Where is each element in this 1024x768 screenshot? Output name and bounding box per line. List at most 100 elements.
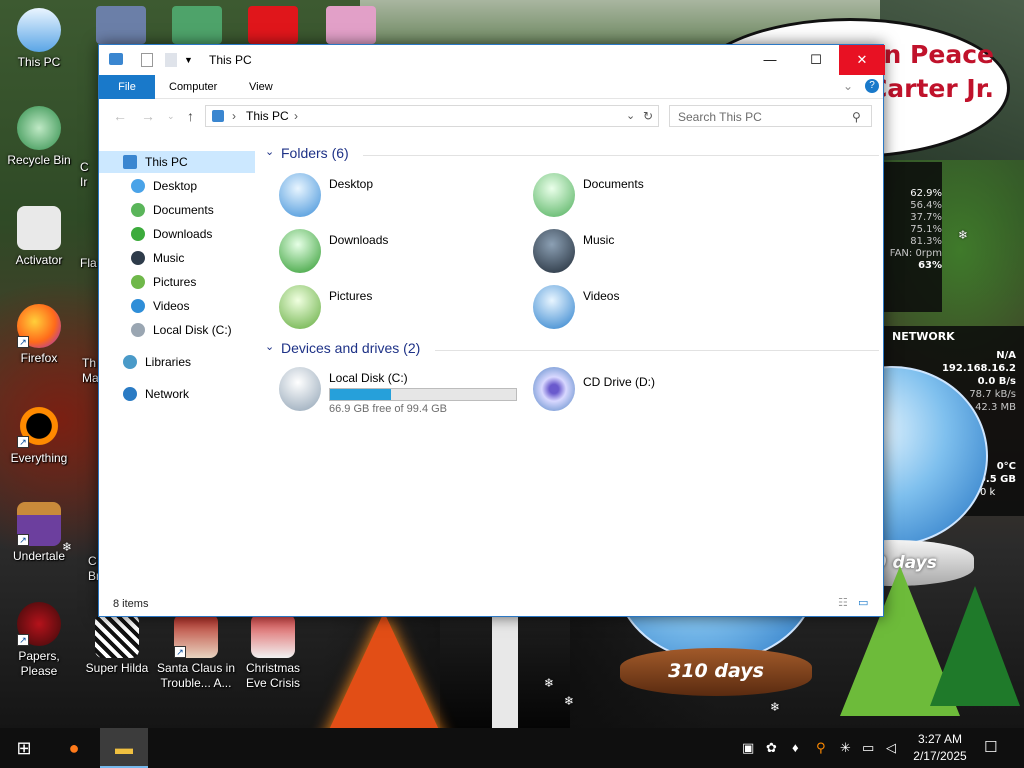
recent-locations-icon[interactable]: ⌄ (167, 111, 175, 122)
folder-tile-documents[interactable]: Documents (533, 173, 773, 221)
cd-drive-icon (533, 367, 575, 411)
nav-item-desktop[interactable]: Desktop (99, 175, 255, 197)
desktop-icon-undertale[interactable]: ↗ Undertale (0, 502, 78, 564)
santa-claus-icon: ↗ (174, 614, 218, 658)
drive-tile-local-disk[interactable]: Local Disk (C:) 66.9 GB free of 99.4 GB (279, 367, 519, 419)
downloads-folder-icon (279, 229, 321, 273)
gadget-value: 37.7% (910, 212, 942, 223)
desktop-icon-everything[interactable]: ↗ Everything (0, 404, 78, 466)
wallpaper-figure (440, 615, 570, 728)
address-bar[interactable]: › This PC › ⌄ ↻ (205, 105, 659, 127)
desktop-icon-recycle-bin[interactable]: Recycle Bin (0, 106, 78, 168)
search-input[interactable]: Search This PC (678, 110, 762, 124)
nav-item-music[interactable]: Music (99, 247, 255, 269)
close-button[interactable]: ✕ (839, 45, 885, 75)
address-dropdown-icon[interactable]: ⌄ (626, 109, 635, 122)
folder-tile-downloads[interactable]: Downloads (279, 229, 519, 277)
network-icon (123, 387, 137, 401)
everything-search-icon[interactable]: ⚲ (816, 740, 826, 756)
back-arrow-icon[interactable]: ← (113, 108, 127, 124)
nav-item-downloads[interactable]: Downloads (99, 223, 255, 245)
top-game-icon-1[interactable] (96, 6, 146, 44)
window-title: This PC (209, 53, 252, 67)
droplet-icon[interactable]: ♦ (792, 740, 799, 755)
windows-start-icon[interactable]: ⊞ (0, 728, 48, 768)
refresh-icon[interactable]: ↻ (643, 109, 653, 123)
expand-ribbon-icon[interactable]: ⌄ (843, 79, 853, 93)
desktop-icon-santa-claus[interactable]: ↗ Santa Claus in Trouble... A... (156, 614, 236, 691)
breadcrumb-separator-icon[interactable]: › (294, 109, 298, 123)
group-collapse-icon[interactable]: ⌄ (265, 340, 274, 353)
activator-icon (17, 206, 61, 250)
snowflake-decoration: ❄ (958, 228, 969, 242)
properties-icon[interactable] (141, 53, 153, 67)
firefox-icon[interactable]: ● (50, 728, 98, 768)
tab-file[interactable]: File (99, 75, 155, 99)
nav-item-network[interactable]: Network (99, 383, 255, 405)
up-arrow-icon[interactable]: ↑ (187, 108, 194, 124)
search-icon[interactable]: ⚲ (852, 110, 861, 124)
nav-item-pictures[interactable]: Pictures (99, 271, 255, 293)
nav-item-label: Network (145, 387, 190, 401)
forward-arrow-icon[interactable]: → (141, 108, 155, 124)
top-game-icon-3[interactable] (248, 6, 298, 44)
nav-item-local-disk[interactable]: Local Disk (C:) (99, 319, 255, 341)
breadcrumb-this-pc[interactable]: This PC (246, 109, 289, 123)
folder-tile-desktop[interactable]: Desktop (279, 173, 519, 221)
details-view-icon[interactable]: ☷ (838, 596, 848, 609)
new-folder-icon[interactable] (165, 53, 177, 67)
maximize-button[interactable]: ☐ (793, 45, 839, 75)
file-explorer-icon[interactable]: ▬ (100, 728, 148, 768)
top-game-icon-4[interactable] (326, 6, 376, 44)
desktop-icon-label: Recycle Bin (7, 153, 71, 167)
help-icon[interactable]: ? (865, 79, 879, 93)
this-pc-icon (17, 8, 61, 52)
notifications-icon[interactable]: ☐ (984, 738, 997, 756)
folder-tile-pictures[interactable]: Pictures (279, 285, 519, 333)
desktop-icon-papers-please[interactable]: ↗ Papers, Please (0, 602, 78, 679)
system-clock[interactable]: 3:27 AM 2/17/2025 (906, 731, 974, 765)
tab-computer[interactable]: Computer (157, 75, 229, 99)
folder-label: Documents (583, 177, 644, 191)
desktop-icon-activator[interactable]: Activator (0, 206, 78, 268)
breadcrumb-separator-icon[interactable]: › (232, 109, 236, 123)
search-box[interactable]: Search This PC ⚲ (669, 105, 872, 127)
large-icons-view-icon[interactable]: ▭ (858, 596, 868, 609)
papers-please-icon: ↗ (17, 602, 61, 646)
this-pc-icon (123, 155, 137, 169)
desktop-icon-firefox[interactable]: ↗ Firefox (0, 304, 78, 366)
desktop-icon-label: Super Hilda (85, 661, 149, 675)
gadget-value: N/A (996, 350, 1016, 361)
folder-label: Downloads (329, 233, 389, 247)
desktop-icon-label: Christmas Eve Crisis (245, 661, 300, 690)
group-collapse-icon[interactable]: ⌄ (265, 145, 274, 158)
local-disk-icon (131, 323, 145, 337)
pictures-folder-icon (131, 275, 145, 289)
music-folder-icon (533, 229, 575, 273)
nav-item-documents[interactable]: Documents (99, 199, 255, 221)
folder-tile-videos[interactable]: Videos (533, 285, 773, 333)
snow-globe-small-base: 310 days (620, 648, 812, 696)
minimize-button[interactable]: — (747, 45, 793, 75)
drive-tile-cd-drive[interactable]: CD Drive (D:) (533, 367, 773, 415)
title-bar[interactable]: ▼ This PC — ☐ ✕ (99, 45, 885, 75)
partial-label[interactable]: C Ir (80, 160, 100, 190)
network-icon[interactable]: ▭ (862, 740, 874, 756)
customize-toolbar-dropdown-icon[interactable]: ▼ (184, 55, 193, 65)
group-header-devices[interactable]: Devices and drives (2) (281, 340, 420, 356)
desktop-icon-super-hilda[interactable]: Super Hilda (78, 614, 156, 676)
tray-app-icon[interactable]: ✳ (840, 740, 851, 756)
group-header-folders[interactable]: Folders (6) (281, 145, 349, 161)
top-game-icon-2[interactable] (172, 6, 222, 44)
desktop-icon-this-pc[interactable]: This PC (0, 8, 78, 70)
folder-tile-music[interactable]: Music (533, 229, 773, 277)
desktop-icon-christmas-eve-crisis[interactable]: Christmas Eve Crisis (234, 614, 312, 691)
nav-item-this-pc[interactable]: This PC (99, 151, 255, 173)
nav-item-libraries[interactable]: Libraries (99, 351, 255, 373)
volume-muted-icon[interactable]: ◁ (886, 740, 896, 756)
everything-search-icon: ↗ (17, 404, 61, 448)
tab-view[interactable]: View (237, 75, 285, 99)
tray-app-icon[interactable]: ✿ (766, 740, 777, 756)
tray-app-icon[interactable]: ▣ (742, 740, 754, 756)
nav-item-videos[interactable]: Videos (99, 295, 255, 317)
